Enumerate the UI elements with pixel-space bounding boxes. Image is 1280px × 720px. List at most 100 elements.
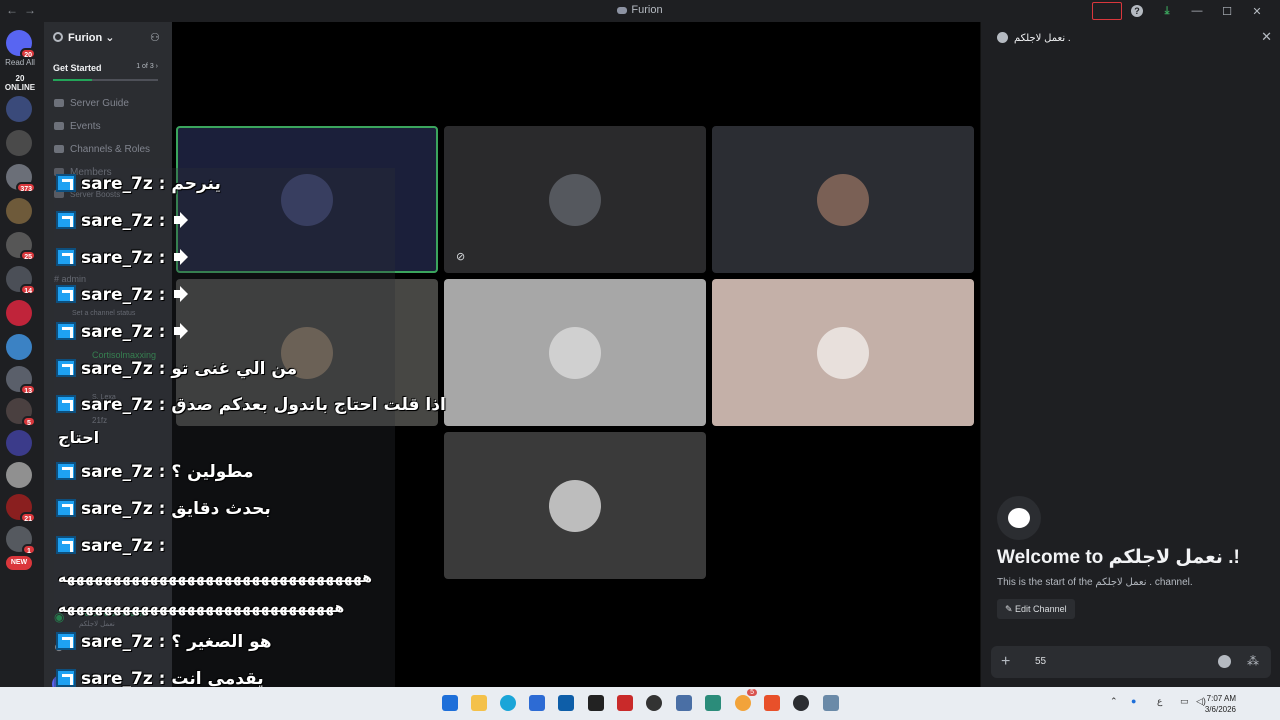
get-started-label[interactable]: Get Started	[53, 63, 102, 73]
speaker-emote-icon	[171, 249, 193, 265]
overlay-message: sare_7z :	[56, 322, 193, 342]
overlay-text: يقدمي انت	[171, 669, 264, 689]
server-icon-10[interactable]: 5	[6, 398, 36, 427]
server-guide-item[interactable]: Server Guide	[54, 98, 129, 109]
participant-tile-6[interactable]	[712, 279, 974, 426]
brave-icon[interactable]	[764, 695, 780, 711]
participant-avatar	[549, 326, 601, 379]
list-icon	[54, 145, 64, 153]
participant-tile-7[interactable]	[444, 432, 706, 579]
server-icon-5[interactable]: 25	[6, 232, 36, 261]
channels-roles-item[interactable]: Channels & Roles	[54, 144, 150, 155]
chat-bubble-icon	[997, 32, 1008, 43]
minimize-button[interactable]: —	[1182, 2, 1212, 20]
overlay-username: sare_7z :	[81, 359, 166, 379]
kick-logo-icon	[56, 395, 76, 413]
overlay-message: sare_7z : ينرحم	[56, 174, 221, 194]
server-icon-4[interactable]	[6, 198, 32, 224]
server-badge: 25	[20, 250, 36, 261]
store-icon[interactable]	[529, 695, 545, 711]
calendar-icon	[54, 122, 64, 130]
clock[interactable]: 7:07 AM 3/6/2026	[1205, 693, 1236, 715]
participant-avatar	[549, 173, 601, 226]
app-blue-icon[interactable]	[676, 695, 692, 711]
inbox-icon[interactable]	[1092, 2, 1122, 20]
outlook-icon[interactable]	[558, 695, 574, 711]
kick-logo-icon	[56, 669, 76, 687]
overlay-username: sare_7z :	[81, 462, 166, 482]
mic-muted-icon: ⊘	[456, 251, 466, 263]
server-badge: 13	[20, 384, 36, 395]
overlay-message: sare_7z : بحدث دقايق	[56, 499, 271, 519]
close-window-button[interactable]: ✕	[1242, 2, 1272, 20]
message-input[interactable]: 55	[1035, 656, 1046, 667]
read-all-button[interactable]: Read All	[0, 58, 40, 67]
server-icon-14[interactable]: 1	[6, 526, 36, 555]
server-icon-6[interactable]: 14	[6, 266, 36, 295]
server-icon-11[interactable]	[6, 430, 32, 456]
get-started-count: 1 of 3 ›	[136, 63, 158, 70]
server-badge: 14	[20, 284, 36, 295]
server-icon-8[interactable]	[6, 334, 32, 360]
server-icon-13[interactable]: 21	[6, 494, 36, 523]
message-composer[interactable]: + 55 ⁂	[991, 646, 1271, 678]
server-icon-3[interactable]: 373	[6, 164, 36, 193]
help-icon[interactable]: ?	[1122, 2, 1152, 20]
overlay-message: sare_7z : يقدمي انت	[56, 669, 264, 689]
start-icon[interactable]	[442, 695, 458, 711]
server-icon-9[interactable]: 13	[6, 366, 36, 395]
overlay-username: sare_7z :	[81, 632, 166, 652]
network-icon[interactable]: ▭	[1180, 696, 1189, 707]
app-v-icon[interactable]	[705, 695, 721, 711]
server-icon-1[interactable]	[6, 96, 32, 122]
emoji-icon[interactable]	[1218, 655, 1231, 668]
app-orange-icon[interactable]: 5	[735, 689, 757, 711]
events-item[interactable]: Events	[54, 121, 101, 132]
participant-tile-3[interactable]	[712, 126, 974, 273]
apps-icon[interactable]: ⁂	[1247, 654, 1259, 668]
overlay-continuation: احتاج	[58, 428, 100, 447]
overlay-text: مطولين ؟	[171, 462, 254, 482]
new-badge[interactable]: NEW	[6, 556, 32, 570]
app-red-icon[interactable]	[617, 695, 633, 711]
participant-avatar	[549, 479, 601, 532]
server-icon-7[interactable]	[6, 300, 32, 326]
overlay-username: sare_7z :	[81, 248, 166, 268]
overlay-text: من الي غنى تو	[171, 359, 298, 379]
participant-tile-5[interactable]	[444, 279, 706, 426]
maximize-button[interactable]: ☐	[1212, 2, 1242, 20]
kick-logo-icon	[56, 462, 76, 480]
overlay-username: sare_7z :	[81, 174, 166, 194]
obs-icon[interactable]	[646, 695, 662, 711]
edit-channel-button[interactable]: ✎ Edit Channel	[997, 599, 1075, 619]
overlay-continuation: هههههههههههههههههههههههههههههههههه	[58, 570, 372, 586]
add-attachment-icon[interactable]: +	[1001, 653, 1010, 671]
overlay-username: sare_7z :	[81, 322, 166, 342]
kick-logo-icon	[56, 322, 76, 340]
overlay-username: sare_7z :	[81, 211, 166, 231]
overlay-username: sare_7z :	[81, 669, 166, 689]
overlay-continuation: ههههههههههههههههههههههههههههههه	[58, 600, 345, 616]
speaker-emote-icon	[171, 323, 193, 339]
kick-logo-icon	[56, 499, 76, 517]
terminal-icon[interactable]	[588, 695, 604, 711]
speaker-emote-icon	[171, 286, 193, 302]
server-icon-12[interactable]	[6, 462, 32, 488]
language-indicator[interactable]: ع	[1157, 696, 1162, 707]
calculator-icon[interactable]	[823, 695, 839, 711]
tray-chevron-icon[interactable]: ⌃	[1110, 696, 1118, 707]
download-icon[interactable]: ⤓	[1152, 2, 1182, 20]
mic-icon[interactable]: ●	[1131, 696, 1136, 706]
direct-messages-icon[interactable]: 20	[6, 30, 36, 59]
kick-logo-icon	[56, 248, 76, 266]
welcome-heading: Welcome to نعمل لاجلكم .!	[997, 547, 1240, 568]
file-explorer-icon[interactable]	[471, 695, 487, 711]
participant-tile-2[interactable]: ⊘	[444, 126, 706, 273]
server-icon-2[interactable]	[6, 130, 32, 156]
overlay-text: اذا قلت احتاج باندول بعدكم صدق	[171, 395, 446, 415]
invite-user-icon[interactable]: ⚇	[150, 31, 162, 44]
discord-taskbar-icon[interactable]	[793, 695, 809, 711]
server-name-header[interactable]: Furion ⌄	[53, 31, 115, 44]
close-chat-icon[interactable]: ✕	[1261, 29, 1272, 45]
edge-icon[interactable]	[500, 695, 516, 711]
